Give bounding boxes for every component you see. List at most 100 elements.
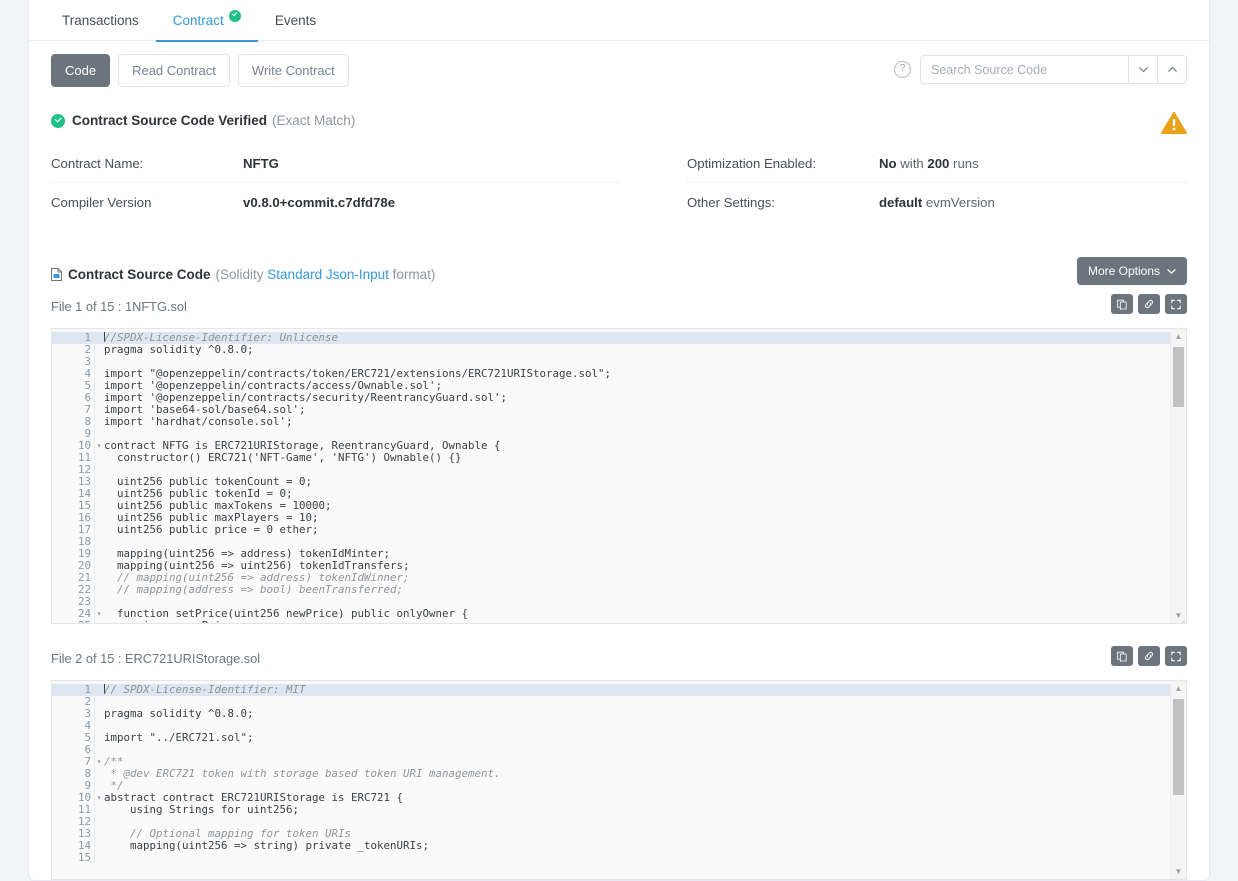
warning-icon[interactable] <box>1161 111 1187 135</box>
code-area-file-1: 1 2 3 4 5 6 7 8 9 10 ▾ 11 12 13 14 15 16 17 18 19 20 21 22 23 24… <box>52 329 1186 624</box>
info-row-contract-name: Contract Name: NFTG <box>51 144 619 183</box>
expand-icon[interactable] <box>1165 646 1187 666</box>
code-line: * @dev ERC721 token with storage based t… <box>104 768 1186 780</box>
code-line: constructor() ERC721('NFT-Game', 'NFTG')… <box>104 452 1186 464</box>
verified-badge-icon <box>51 113 65 128</box>
vertical-scrollbar-file-2[interactable]: ▲ ▼ <box>1170 681 1186 879</box>
code-lines-file-1[interactable]: //SPDX-License-Identifier: Unlicense prag… <box>94 332 1186 624</box>
optimization-mid-text: with <box>896 155 928 171</box>
code-text: // SPDX-License-Identifier: MIT <box>104 684 306 696</box>
code-editor-file-1[interactable]: 1 2 3 4 5 6 7 8 9 10 ▾ 11 12 13 14 15 16 17 18 19 20 21 22 23 24… <box>51 328 1187 624</box>
file-1-label: File 1 of 15 : 1NFTG.sol <box>51 299 187 314</box>
line-number-gutter-file-2: 1 2 3 4 5 6 7 ▾ 8 9 10 ▾ 11 12 13 14 15 <box>52 684 101 864</box>
code-text: price = newPrice; <box>104 619 241 624</box>
contract-mode-buttons: Code Read Contract Write Contract <box>51 53 349 87</box>
other-settings-value: default evmVersion <box>879 195 995 210</box>
code-text: mapping(uint256 => string) private _toke… <box>104 839 430 852</box>
verified-header: Contract Source Code Verified (Exact Mat… <box>29 112 1209 134</box>
code-line: pragma solidity ^0.8.0; <box>104 708 1186 720</box>
other-settings-suffix: evmVersion <box>922 194 995 210</box>
contract-name-value-text: NFTG <box>243 155 279 171</box>
code-line: //SPDX-License-Identifier: Unlicense <box>95 332 1186 344</box>
expand-icon[interactable] <box>1165 294 1187 314</box>
chevron-down-icon[interactable] <box>1129 55 1158 84</box>
code-line: // SPDX-License-Identifier: MIT <box>95 684 1186 696</box>
scrollbar-thumb[interactable] <box>1173 699 1184 795</box>
code-line: // mapping(address => bool) beenTransfer… <box>104 584 1186 596</box>
code-text: pragma solidity ^0.8.0; <box>104 343 254 356</box>
other-settings-value-text: default <box>879 194 923 210</box>
line-number: 25 <box>52 620 94 624</box>
scrollbar-thumb[interactable] <box>1173 347 1184 407</box>
source-code-title: Contract Source Code <box>68 267 211 282</box>
file-2-actions <box>1111 646 1187 666</box>
verified-title: Contract Source Code Verified <box>72 113 268 128</box>
code-line: uint256 public price = 0 ether; <box>104 524 1186 536</box>
optimization-runs-suffix: runs <box>949 155 979 171</box>
tab-contract-label: Contract <box>172 13 224 28</box>
tab-contract[interactable]: Contract <box>155 1 258 42</box>
line-number-gutter-file-1: 1 2 3 4 5 6 7 8 9 10 ▾ 11 12 13 14 15 16 17 18 19 20 21 22 23 24… <box>52 332 101 624</box>
line-number: 15 <box>77 851 91 864</box>
file-1-header: File 1 of 15 : 1NFTG.sol <box>29 294 1209 322</box>
info-row-optimization: Optimization Enabled: No with 200 runs <box>687 144 1187 183</box>
chevron-up-icon[interactable] <box>1158 55 1187 84</box>
code-text: constructor() ERC721('NFT-Game', 'NFTG')… <box>104 451 462 464</box>
code-text: import "../ERC721.sol"; <box>104 731 254 744</box>
tab-transactions[interactable]: Transactions <box>45 1 156 42</box>
copy-icon[interactable] <box>1111 646 1133 666</box>
contract-card: Transactions Contract Events Code Read C… <box>28 0 1210 881</box>
info-row-compiler-version: Compiler Version v0.8.0+commit.c7dfd78e <box>51 183 619 221</box>
code-text: import 'hardhat/console.sol'; <box>104 415 293 428</box>
resize-handle-file-1[interactable] <box>1173 610 1186 623</box>
code-text: pragma solidity ^0.8.0; <box>104 707 254 720</box>
compiler-version-value-text: v0.8.0+commit.c7dfd78e <box>243 194 396 210</box>
scroll-up-arrow-icon[interactable]: ▲ <box>1171 329 1186 344</box>
other-settings-label: Other Settings: <box>687 194 775 210</box>
document-icon <box>51 268 62 281</box>
code-line: price = newPrice; <box>104 620 1186 624</box>
code-text: // mapping(address => bool) beenTransfer… <box>104 583 404 596</box>
chevron-down-icon <box>1167 268 1176 274</box>
source-format-suffix: format) <box>388 267 436 282</box>
scroll-up-arrow-icon[interactable]: ▲ <box>1171 681 1186 696</box>
write-contract-button[interactable]: Write Contract <box>237 53 349 87</box>
code-text: using Strings for uint256; <box>104 803 300 816</box>
help-icon[interactable]: ? <box>894 61 911 78</box>
link-icon[interactable] <box>1138 646 1160 666</box>
verified-subtitle: (Exact Match) <box>272 113 356 128</box>
scroll-down-arrow-icon[interactable]: ▼ <box>1171 864 1186 879</box>
contract-toolbar: Code Read Contract Write Contract ? <box>29 41 1209 99</box>
copy-icon[interactable] <box>1111 294 1133 314</box>
tab-events[interactable]: Events <box>258 1 333 42</box>
file-2-header: File 2 of 15 : ERC721URIStorage.sol <box>29 646 1209 674</box>
more-options-button[interactable]: More Options <box>1076 257 1187 285</box>
code-button[interactable]: Code <box>51 53 111 87</box>
search-input[interactable] <box>920 55 1129 84</box>
more-options-label: More Options <box>1087 264 1160 278</box>
source-code-subtitle: (Solidity Standard Json-Input format) <box>216 267 436 282</box>
compiler-version-value: v0.8.0+commit.c7dfd78e <box>243 195 395 210</box>
vertical-scrollbar-file-1[interactable]: ▲ ▼ <box>1170 329 1186 623</box>
contract-info-grid: Contract Name: NFTG Compiler Version v0.… <box>29 144 1209 221</box>
contract-name-label: Contract Name: <box>51 155 144 171</box>
file-1-actions <box>1111 294 1187 314</box>
code-editor-file-2[interactable]: 1 2 3 4 5 6 7 ▾ 8 9 10 ▾ 11 12 13 14 15 // SPDX-License-… <box>51 680 1187 880</box>
tab-events-label: Events <box>274 13 317 28</box>
optimization-label: Optimization Enabled: <box>687 155 817 171</box>
source-format-prefix: (Solidity <box>215 267 268 282</box>
source-code-header: Contract Source Code (Solidity Standard … <box>29 257 1209 285</box>
code-lines-file-2[interactable]: // SPDX-License-Identifier: MIT pragma so… <box>94 684 1186 864</box>
code-line: function setPrice(uint256 newPrice) publ… <box>104 608 1186 620</box>
read-contract-button[interactable]: Read Contract <box>118 53 230 87</box>
line-number: 14 <box>77 839 91 852</box>
code-line: using Strings for uint256; <box>104 804 1186 816</box>
chevron-up-glyph <box>1167 66 1177 72</box>
standard-json-input-link[interactable]: Standard Json-Input <box>267 267 389 282</box>
link-icon[interactable] <box>1138 294 1160 314</box>
chevron-down-glyph <box>1138 67 1148 73</box>
